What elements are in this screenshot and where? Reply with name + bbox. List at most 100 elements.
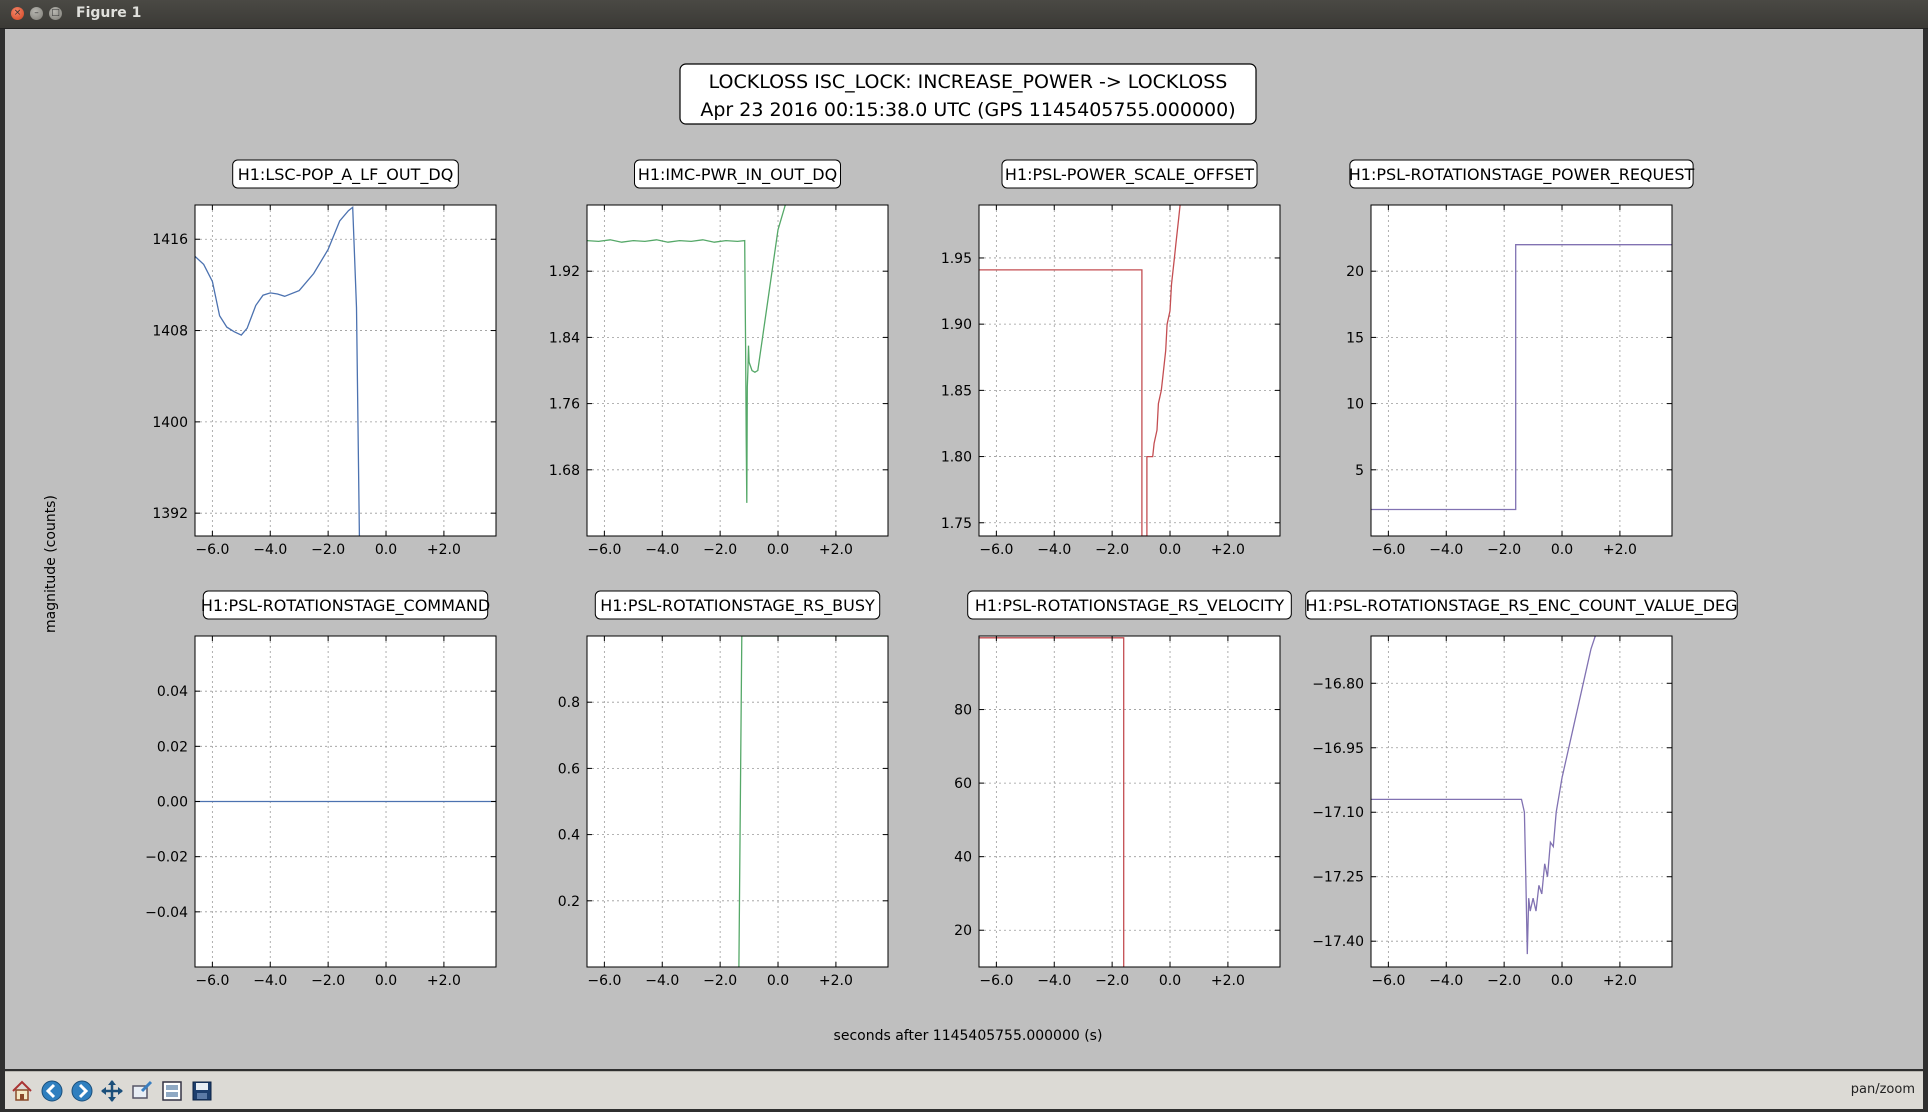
subplot-8[interactable]: −6.0 −4.0 −2.0 0.0 +2.0 −17.40 −17.25 −17.10 −16… — [1305, 590, 1738, 989]
y-tick-label: 1.95 — [941, 251, 972, 267]
x-tick-label: −2.0 — [311, 542, 345, 558]
save-floppy-icon[interactable] — [190, 1079, 214, 1103]
subplot-title: H1:IMC-PWR_IN_OUT_DQ — [638, 165, 837, 185]
navigation-toolbar: pan/zoom — [5, 1071, 1923, 1109]
x-tick-label: +2.0 — [427, 542, 461, 558]
subplot-4[interactable]: −6.0 −4.0 −2.0 0.0 +2.0 5 10 15 20 H1:PSL-ROTATIO… — [1346, 159, 1695, 558]
forward-arrow-icon[interactable] — [70, 1079, 94, 1103]
x-tick-label: +2.0 — [427, 973, 461, 989]
home-icon[interactable] — [10, 1079, 34, 1103]
x-tick-label: −4.0 — [645, 973, 679, 989]
figure-canvas[interactable]: LOCKLOSS ISC_LOCK: INCREASE_POWER -> LOC… — [5, 29, 1923, 1069]
window-title: Figure 1 — [76, 5, 142, 21]
y-tick-label: 0.8 — [558, 695, 580, 711]
x-tick-label: −6.0 — [979, 973, 1013, 989]
y-tick-label: 1392 — [152, 506, 188, 522]
window-titlebar: × – □ Figure 1 — [0, 0, 1928, 29]
x-tick-label: −6.0 — [979, 542, 1013, 558]
plot-area — [1371, 205, 1672, 536]
subplot-title: H1:PSL-ROTATIONSTAGE_RS_ENC_COUNT_VALUE_… — [1305, 596, 1737, 616]
y-tick-label: 1416 — [152, 232, 188, 248]
y-tick-label: −17.10 — [1312, 805, 1364, 821]
y-tick-label: −0.02 — [145, 850, 188, 866]
x-tick-label: −2.0 — [1095, 542, 1129, 558]
maximize-icon[interactable]: □ — [49, 7, 62, 20]
y-tick-label: 1408 — [152, 324, 188, 340]
subplot-grid: −6.0 −4.0 −2.0 0.0 +2.0 1392 1400 1408 1416 H1:LS… — [145, 159, 1738, 989]
subplot-6[interactable]: −6.0 −4.0 −2.0 0.0 +2.0 0.2 0.4 0.6 0.8 H1:PSL-RO… — [558, 590, 889, 989]
x-axis-label: seconds after 1145405755.000000 (s) — [834, 1028, 1103, 1044]
x-tick-label: −4.0 — [1037, 542, 1071, 558]
x-tick-label: −2.0 — [703, 973, 737, 989]
subplot-3[interactable]: −6.0 −4.0 −2.0 0.0 +2.0 1.75 1.80 1.85 1.90 1.95 H… — [941, 159, 1281, 558]
y-tick-label: 80 — [954, 703, 972, 719]
x-tick-label: +2.0 — [819, 542, 853, 558]
close-icon[interactable]: × — [11, 7, 24, 20]
x-tick-label: 0.0 — [1159, 973, 1181, 989]
subplot-7[interactable]: −6.0 −4.0 −2.0 0.0 +2.0 20 40 60 80 H1:PSL-ROTATI… — [954, 590, 1292, 989]
y-tick-label: −0.04 — [145, 905, 188, 921]
x-tick-label: −2.0 — [703, 542, 737, 558]
plot-area — [195, 205, 496, 536]
configure-subplots-icon[interactable] — [160, 1079, 184, 1103]
x-tick-label: −2.0 — [311, 973, 345, 989]
x-tick-label: 0.0 — [1551, 542, 1573, 558]
subplot-1[interactable]: −6.0 −4.0 −2.0 0.0 +2.0 1392 1400 1408 1416 H1:LS… — [152, 159, 497, 558]
plot-area — [979, 636, 1280, 967]
x-tick-label: 0.0 — [1551, 973, 1573, 989]
subplot-title: H1:LSC-POP_A_LF_OUT_DQ — [238, 165, 454, 185]
suptitle-line-1: LOCKLOSS ISC_LOCK: INCREASE_POWER -> LOC… — [709, 71, 1228, 93]
plot-area — [587, 205, 888, 536]
x-tick-label: −2.0 — [1487, 973, 1521, 989]
pan-move-icon[interactable] — [100, 1079, 124, 1103]
x-tick-label: 0.0 — [767, 973, 789, 989]
x-tick-label: 0.0 — [375, 542, 397, 558]
y-tick-label: 1.80 — [941, 450, 972, 466]
subplot-5[interactable]: −6.0 −4.0 −2.0 0.0 +2.0 −0.04 −0.02 0.00 0.02 0.0… — [145, 590, 497, 989]
x-tick-label: −4.0 — [1429, 973, 1463, 989]
subplot-title: H1:PSL-ROTATIONSTAGE_RS_BUSY — [600, 596, 875, 616]
x-tick-label: −6.0 — [587, 542, 621, 558]
y-tick-label: 1.85 — [941, 383, 972, 399]
suptitle-box: LOCKLOSS ISC_LOCK: INCREASE_POWER -> LOC… — [679, 63, 1257, 125]
y-tick-label: −17.40 — [1312, 934, 1364, 950]
y-tick-label: 10 — [1346, 397, 1364, 413]
zoom-rect-icon[interactable] — [130, 1079, 154, 1103]
subplot-title: H1:PSL-ROTATIONSTAGE_POWER_REQUEST — [1349, 165, 1695, 185]
subplot-2[interactable]: −6.0 −4.0 −2.0 0.0 +2.0 1.68 1.76 1.84 1.92 H1:IM… — [549, 159, 889, 558]
y-tick-label: 0.02 — [157, 739, 188, 755]
y-tick-label: 1.84 — [549, 330, 580, 346]
subplot-title: H1:PSL-ROTATIONSTAGE_RS_VELOCITY — [975, 596, 1285, 616]
x-tick-label: +2.0 — [1211, 973, 1245, 989]
y-tick-label: 1.92 — [549, 264, 580, 280]
y-tick-label: 0.00 — [157, 795, 188, 811]
back-arrow-icon[interactable] — [40, 1079, 64, 1103]
x-tick-label: −6.0 — [195, 542, 229, 558]
x-tick-label: −2.0 — [1095, 973, 1129, 989]
y-tick-label: 0.04 — [157, 684, 188, 700]
y-tick-label: 40 — [954, 850, 972, 866]
y-tick-label: 1.76 — [549, 397, 580, 413]
y-tick-label: 1.68 — [549, 463, 580, 479]
x-tick-label: −6.0 — [195, 973, 229, 989]
x-tick-label: +2.0 — [1211, 542, 1245, 558]
y-axis-label: magnitude (counts) — [43, 495, 59, 633]
y-tick-label: 1.75 — [941, 516, 972, 532]
suptitle-line-2: Apr 23 2016 00:15:38.0 UTC (GPS 11454057… — [700, 99, 1235, 121]
y-tick-label: 20 — [1346, 264, 1364, 280]
x-tick-label: 0.0 — [1159, 542, 1181, 558]
x-tick-label: −4.0 — [253, 973, 287, 989]
y-tick-label: 20 — [954, 923, 972, 939]
x-tick-label: −4.0 — [1037, 973, 1071, 989]
y-tick-label: 1.90 — [941, 317, 972, 333]
y-tick-label: 0.2 — [558, 894, 580, 910]
x-tick-label: +2.0 — [1603, 542, 1637, 558]
minimize-icon[interactable]: – — [30, 7, 43, 20]
x-tick-label: 0.0 — [375, 973, 397, 989]
plot-area — [979, 205, 1280, 536]
y-tick-label: −16.95 — [1312, 741, 1364, 757]
y-tick-label: 1400 — [152, 415, 188, 431]
plot-area — [587, 636, 888, 967]
x-tick-label: −4.0 — [253, 542, 287, 558]
y-tick-label: 0.4 — [558, 828, 580, 844]
